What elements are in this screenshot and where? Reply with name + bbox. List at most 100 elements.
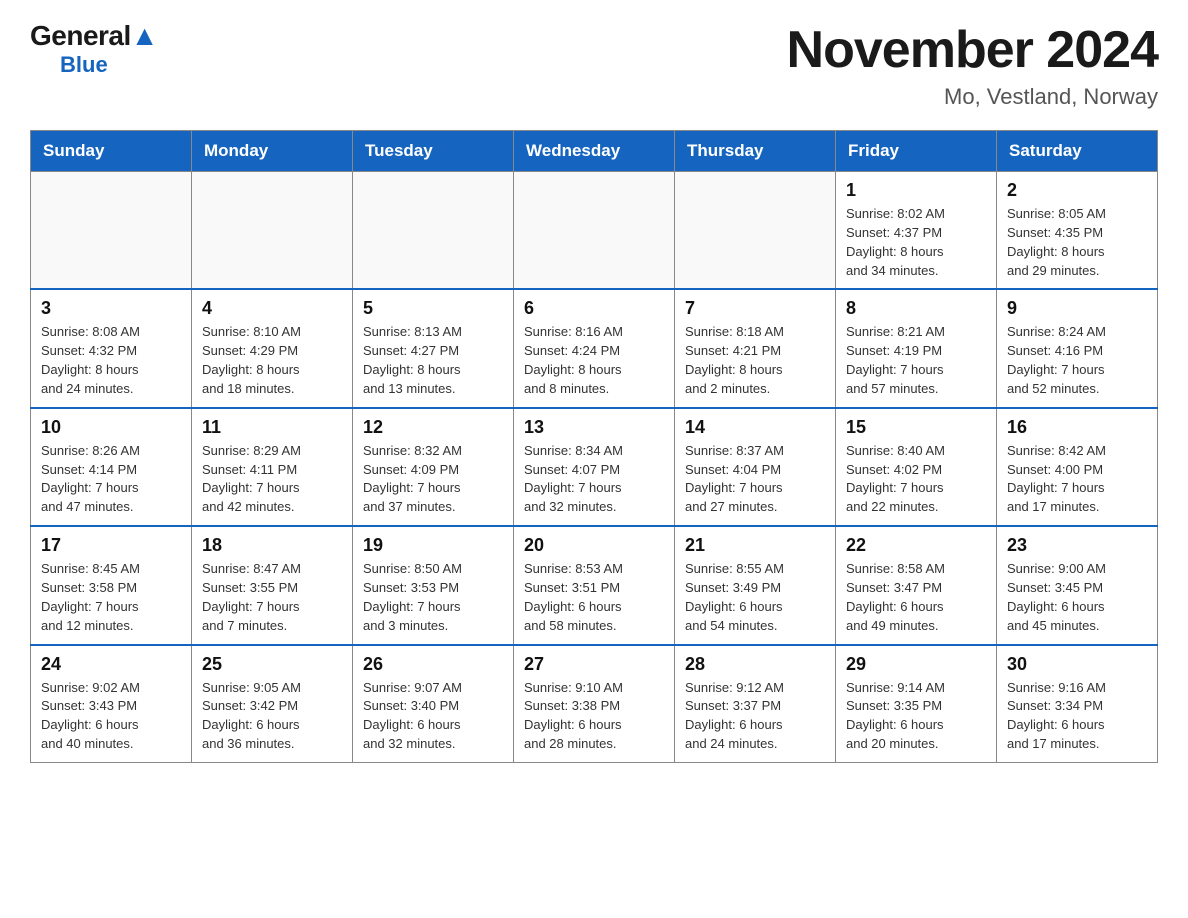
- calendar-cell: 25Sunrise: 9:05 AM Sunset: 3:42 PM Dayli…: [192, 645, 353, 763]
- month-title: November 2024: [787, 20, 1158, 80]
- day-number: 18: [202, 535, 342, 556]
- calendar-cell: 9 Sunrise: 8:24 AM Sunset: 4:16 PM Daylig…: [997, 289, 1158, 407]
- day-info: Sunrise: 8:13 AM Sunset: 4:27 PM Dayligh…: [363, 323, 503, 398]
- day-info: Sunrise: 9:16 AM Sunset: 3:34 PM Dayligh…: [1007, 679, 1147, 754]
- day-number: 2: [1007, 180, 1147, 201]
- day-number: 5: [363, 298, 503, 319]
- calendar-cell: 23 Sunrise: 9:00 AM Sunset: 3:45 PM Dayli…: [997, 526, 1158, 644]
- day-number: 11: [202, 417, 342, 438]
- calendar-cell: 5 Sunrise: 8:13 AM Sunset: 4:27 PM Daylig…: [353, 289, 514, 407]
- day-number: 17: [41, 535, 181, 556]
- day-of-week-header: Saturday: [997, 131, 1158, 172]
- day-info: Sunrise: 9:14 AM Sunset: 3:35 PM Dayligh…: [846, 679, 986, 754]
- logo-general-text: General▲: [30, 20, 158, 52]
- day-number: 20: [524, 535, 664, 556]
- day-number: 7: [685, 298, 825, 319]
- day-info: Sunrise: 9:12 AM Sunset: 3:37 PM Dayligh…: [685, 679, 825, 754]
- day-number: 16: [1007, 417, 1147, 438]
- day-number: 22: [846, 535, 986, 556]
- day-info: Sunrise: 9:07 AM Sunset: 3:40 PM Dayligh…: [363, 679, 503, 754]
- day-info: Sunrise: 8:55 AM Sunset: 3:49 PM Dayligh…: [685, 560, 825, 635]
- day-number: 1: [846, 180, 986, 201]
- day-number: 12: [363, 417, 503, 438]
- calendar-week-row: 1 Sunrise: 8:02 AM Sunset: 4:37 PM Daylig…: [31, 172, 1158, 290]
- day-info: Sunrise: 8:24 AM Sunset: 4:16 PM Dayligh…: [1007, 323, 1147, 398]
- day-number: 9: [1007, 298, 1147, 319]
- calendar-header-row: SundayMondayTuesdayWednesdayThursdayFrid…: [31, 131, 1158, 172]
- logo-blue-text: Blue: [60, 52, 108, 78]
- page-header: General▲ Blue November 2024 Mo, Vestland…: [30, 20, 1158, 110]
- calendar-cell: 8 Sunrise: 8:21 AM Sunset: 4:19 PM Daylig…: [836, 289, 997, 407]
- calendar-cell: 19 Sunrise: 8:50 AM Sunset: 3:53 PM Dayli…: [353, 526, 514, 644]
- calendar-cell: 12Sunrise: 8:32 AM Sunset: 4:09 PM Dayli…: [353, 408, 514, 526]
- calendar-cell: 11 Sunrise: 8:29 AM Sunset: 4:11 PM Dayli…: [192, 408, 353, 526]
- location: Mo, Vestland, Norway: [787, 84, 1158, 110]
- calendar-cell: [514, 172, 675, 290]
- calendar-cell: 27 Sunrise: 9:10 AM Sunset: 3:38 PM Dayli…: [514, 645, 675, 763]
- day-number: 29: [846, 654, 986, 675]
- day-info: Sunrise: 9:05 AM Sunset: 3:42 PM Dayligh…: [202, 679, 342, 754]
- calendar-cell: [675, 172, 836, 290]
- calendar-cell: 16 Sunrise: 8:42 AM Sunset: 4:00 PM Dayli…: [997, 408, 1158, 526]
- calendar-week-row: 3 Sunrise: 8:08 AM Sunset: 4:32 PM Daylig…: [31, 289, 1158, 407]
- day-info: Sunrise: 9:10 AM Sunset: 3:38 PM Dayligh…: [524, 679, 664, 754]
- calendar-cell: 7 Sunrise: 8:18 AM Sunset: 4:21 PM Daylig…: [675, 289, 836, 407]
- day-number: 8: [846, 298, 986, 319]
- day-number: 26: [363, 654, 503, 675]
- day-info: Sunrise: 8:29 AM Sunset: 4:11 PM Dayligh…: [202, 442, 342, 517]
- day-info: Sunrise: 8:58 AM Sunset: 3:47 PM Dayligh…: [846, 560, 986, 635]
- day-info: Sunrise: 8:16 AM Sunset: 4:24 PM Dayligh…: [524, 323, 664, 398]
- day-info: Sunrise: 8:42 AM Sunset: 4:00 PM Dayligh…: [1007, 442, 1147, 517]
- day-of-week-header: Wednesday: [514, 131, 675, 172]
- calendar-cell: [192, 172, 353, 290]
- day-info: Sunrise: 8:21 AM Sunset: 4:19 PM Dayligh…: [846, 323, 986, 398]
- day-info: Sunrise: 8:47 AM Sunset: 3:55 PM Dayligh…: [202, 560, 342, 635]
- day-of-week-header: Sunday: [31, 131, 192, 172]
- day-number: 4: [202, 298, 342, 319]
- calendar-cell: [31, 172, 192, 290]
- day-number: 15: [846, 417, 986, 438]
- calendar-cell: 13 Sunrise: 8:34 AM Sunset: 4:07 PM Dayli…: [514, 408, 675, 526]
- day-of-week-header: Tuesday: [353, 131, 514, 172]
- calendar-week-row: 24Sunrise: 9:02 AM Sunset: 3:43 PM Dayli…: [31, 645, 1158, 763]
- calendar-cell: 24Sunrise: 9:02 AM Sunset: 3:43 PM Dayli…: [31, 645, 192, 763]
- day-info: Sunrise: 8:34 AM Sunset: 4:07 PM Dayligh…: [524, 442, 664, 517]
- calendar-cell: 28 Sunrise: 9:12 AM Sunset: 3:37 PM Dayli…: [675, 645, 836, 763]
- day-number: 24: [41, 654, 181, 675]
- day-info: Sunrise: 8:08 AM Sunset: 4:32 PM Dayligh…: [41, 323, 181, 398]
- day-info: Sunrise: 8:45 AM Sunset: 3:58 PM Dayligh…: [41, 560, 181, 635]
- calendar-table: SundayMondayTuesdayWednesdayThursdayFrid…: [30, 130, 1158, 763]
- day-number: 27: [524, 654, 664, 675]
- calendar-cell: 20 Sunrise: 8:53 AM Sunset: 3:51 PM Dayli…: [514, 526, 675, 644]
- day-number: 6: [524, 298, 664, 319]
- day-info: Sunrise: 8:50 AM Sunset: 3:53 PM Dayligh…: [363, 560, 503, 635]
- calendar-cell: 18 Sunrise: 8:47 AM Sunset: 3:55 PM Dayli…: [192, 526, 353, 644]
- day-info: Sunrise: 8:40 AM Sunset: 4:02 PM Dayligh…: [846, 442, 986, 517]
- day-number: 3: [41, 298, 181, 319]
- calendar-week-row: 10 Sunrise: 8:26 AM Sunset: 4:14 PM Dayli…: [31, 408, 1158, 526]
- calendar-cell: 3 Sunrise: 8:08 AM Sunset: 4:32 PM Daylig…: [31, 289, 192, 407]
- day-number: 10: [41, 417, 181, 438]
- day-info: Sunrise: 8:02 AM Sunset: 4:37 PM Dayligh…: [846, 205, 986, 280]
- day-info: Sunrise: 9:00 AM Sunset: 3:45 PM Dayligh…: [1007, 560, 1147, 635]
- day-number: 19: [363, 535, 503, 556]
- calendar-cell: 14 Sunrise: 8:37 AM Sunset: 4:04 PM Dayli…: [675, 408, 836, 526]
- calendar-cell: 21Sunrise: 8:55 AM Sunset: 3:49 PM Dayli…: [675, 526, 836, 644]
- day-info: Sunrise: 8:26 AM Sunset: 4:14 PM Dayligh…: [41, 442, 181, 517]
- day-of-week-header: Friday: [836, 131, 997, 172]
- day-info: Sunrise: 8:18 AM Sunset: 4:21 PM Dayligh…: [685, 323, 825, 398]
- day-info: Sunrise: 8:05 AM Sunset: 4:35 PM Dayligh…: [1007, 205, 1147, 280]
- calendar-cell: 6 Sunrise: 8:16 AM Sunset: 4:24 PM Daylig…: [514, 289, 675, 407]
- calendar-cell: 17 Sunrise: 8:45 AM Sunset: 3:58 PM Dayli…: [31, 526, 192, 644]
- day-info: Sunrise: 8:53 AM Sunset: 3:51 PM Dayligh…: [524, 560, 664, 635]
- calendar-cell: 4Sunrise: 8:10 AM Sunset: 4:29 PM Daylig…: [192, 289, 353, 407]
- day-info: Sunrise: 8:37 AM Sunset: 4:04 PM Dayligh…: [685, 442, 825, 517]
- calendar-cell: 1 Sunrise: 8:02 AM Sunset: 4:37 PM Daylig…: [836, 172, 997, 290]
- day-number: 28: [685, 654, 825, 675]
- calendar-week-row: 17 Sunrise: 8:45 AM Sunset: 3:58 PM Dayli…: [31, 526, 1158, 644]
- day-number: 14: [685, 417, 825, 438]
- day-number: 23: [1007, 535, 1147, 556]
- calendar-cell: 15 Sunrise: 8:40 AM Sunset: 4:02 PM Dayli…: [836, 408, 997, 526]
- day-number: 13: [524, 417, 664, 438]
- logo: General▲ Blue: [30, 20, 158, 78]
